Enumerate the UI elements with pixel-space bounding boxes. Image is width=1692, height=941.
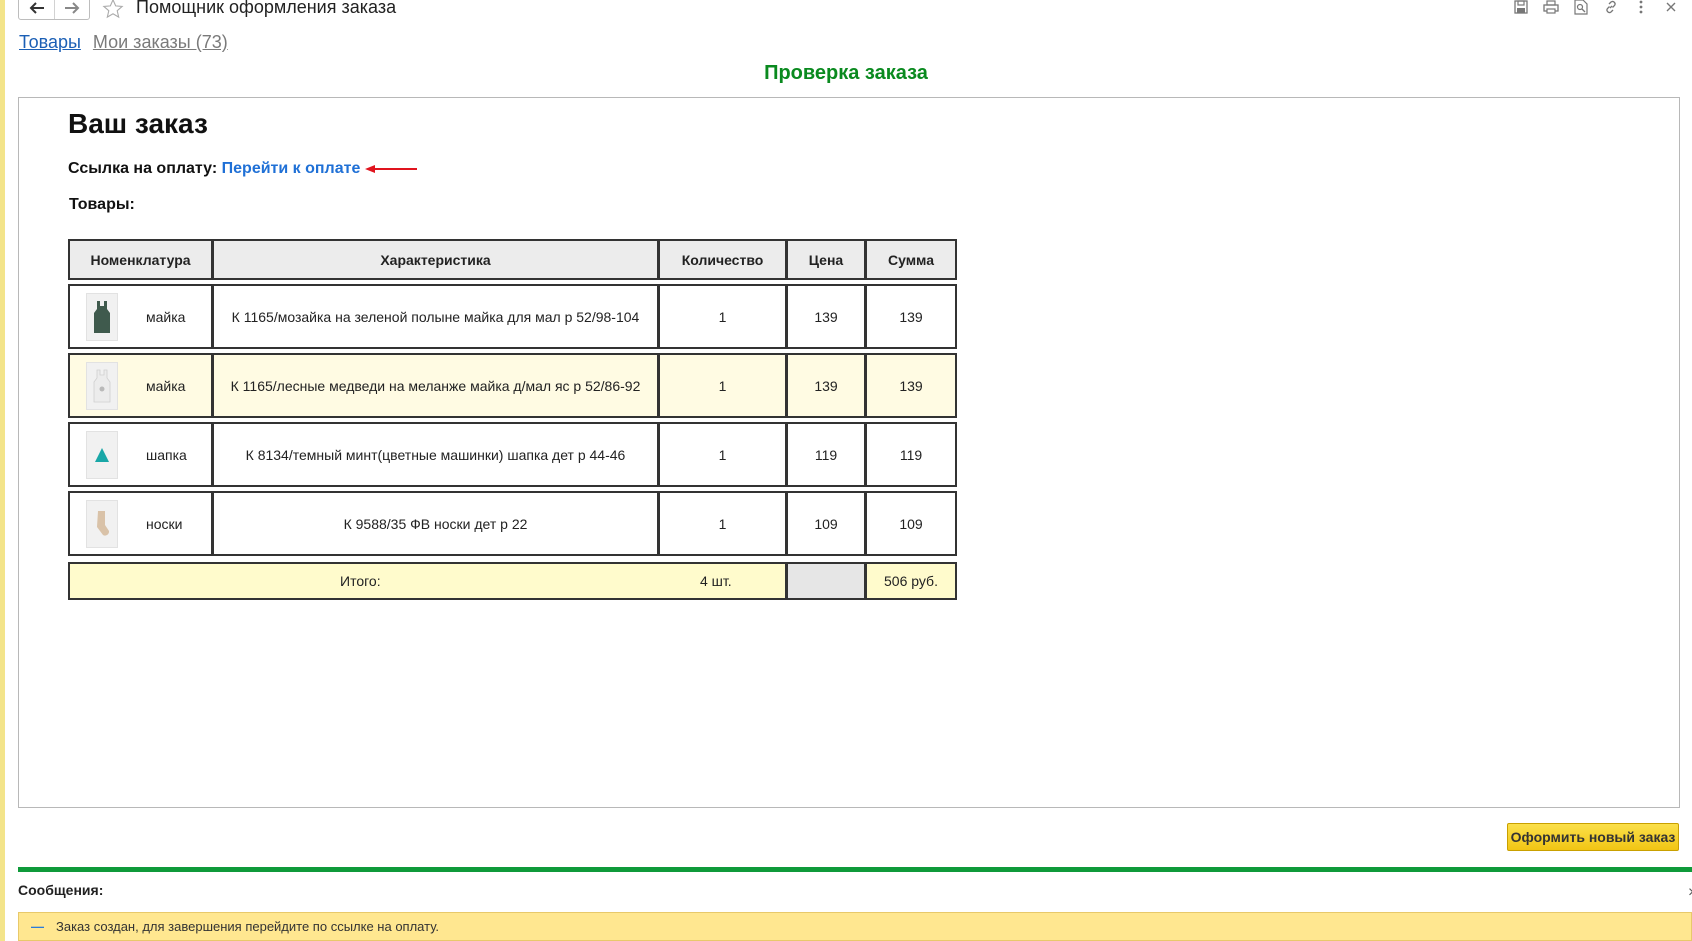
order-panel: Ваш заказ Ссылка на оплату: Перейти к оп…: [18, 97, 1680, 808]
table-total-row: Итого: 4 шт. 506 руб.: [68, 562, 957, 600]
header-nomenclature: Номенклатура: [68, 239, 213, 280]
tank-top-icon: [93, 369, 111, 402]
link-icon: [1606, 0, 1616, 14]
product-thumbnail: [86, 499, 118, 548]
total-cell: Итого: 4 шт.: [68, 562, 787, 600]
total-quantity: 4 шт.: [700, 573, 732, 589]
more-button[interactable]: [1632, 0, 1650, 16]
message-bullet-icon: —: [31, 919, 44, 934]
price-cell: 139: [786, 353, 866, 418]
link-button[interactable]: [1602, 0, 1620, 16]
total-price-cell: [786, 562, 866, 600]
payment-line: Ссылка на оплату: Перейти к оплате: [68, 160, 360, 178]
forward-button[interactable]: [54, 0, 89, 19]
table-row[interactable]: майка К 1165/мозайка на зеленой полыне м…: [68, 284, 957, 349]
page-heading: Проверка заказа: [764, 62, 928, 84]
quantity-cell: 1: [658, 284, 787, 349]
total-sum: 506 руб.: [865, 562, 957, 600]
tab-my-orders[interactable]: Мои заказы (73): [93, 32, 228, 53]
table-row[interactable]: шапка К 8134/темный минт(цветные машинки…: [68, 422, 957, 487]
product-thumbnail: [86, 361, 118, 410]
message-text: Заказ создан, для завершения перейдите п…: [56, 919, 440, 934]
price-cell: 139: [786, 284, 866, 349]
new-order-button[interactable]: Оформить новый заказ: [1507, 823, 1679, 851]
header-price: Цена: [786, 239, 866, 280]
nomenclature-name: майка: [146, 377, 186, 394]
sum-cell: 119: [865, 422, 957, 487]
order-title: Ваш заказ: [68, 108, 208, 139]
arrow-left-icon: [29, 2, 44, 14]
messages-separator: [18, 867, 1692, 872]
nomenclature-name: шапка: [146, 446, 187, 463]
messages-title: Сообщения:: [18, 882, 104, 898]
left-accent-stripe: [0, 0, 5, 941]
quantity-cell: 1: [658, 422, 787, 487]
sock-icon: [97, 510, 110, 536]
arrow-right-icon: [65, 2, 80, 14]
payment-link[interactable]: Перейти к оплате: [222, 160, 361, 177]
table-row[interactable]: носки К 9588/35 ФВ носки дет р 22 1 109 …: [68, 491, 957, 556]
save-icon: [1514, 0, 1528, 14]
sum-cell: 139: [865, 353, 957, 418]
favorite-button[interactable]: [102, 0, 124, 25]
print-button[interactable]: [1542, 0, 1560, 16]
total-label: Итого:: [340, 573, 381, 589]
price-cell: 119: [786, 422, 866, 487]
message-item[interactable]: — Заказ создан, для завершения перейдите…: [18, 912, 1692, 941]
nomenclature-cell: майка: [68, 353, 213, 418]
preview-icon: [1574, 0, 1588, 15]
quantity-cell: 1: [658, 491, 787, 556]
page: Помощник оформления заказа Товары Мои за…: [0, 0, 1692, 941]
goods-label: Товары:: [69, 196, 135, 213]
tank-top-icon: [94, 300, 110, 333]
preview-button[interactable]: [1572, 0, 1590, 16]
hat-icon: [95, 447, 109, 462]
window-titlebar: Помощник оформления заказа: [18, 0, 1680, 22]
header-quantity: Количество: [658, 239, 787, 280]
annotation-arrow-icon: [365, 165, 417, 173]
quantity-cell: 1: [658, 353, 787, 418]
header-characteristic: Характеристика: [212, 239, 659, 280]
navigation-buttons: [18, 0, 90, 20]
table-row[interactable]: майка К 1165/лесные медведи на меланже м…: [68, 353, 957, 418]
more-icon: [1639, 0, 1643, 14]
back-button[interactable]: [19, 0, 54, 19]
order-table: Номенклатура Характеристика Количество Ц…: [68, 239, 957, 600]
window-toolbar: [1512, 0, 1680, 16]
characteristic-cell: К 1165/мозайка на зеленой полыне майка д…: [212, 284, 659, 349]
close-button[interactable]: [1662, 0, 1680, 16]
nomenclature-name: носки: [146, 515, 183, 532]
star-icon: [102, 0, 124, 19]
characteristic-cell: К 8134/темный минт(цветные машинки) шапк…: [212, 422, 659, 487]
price-cell: 109: [786, 491, 866, 556]
sum-cell: 139: [865, 284, 957, 349]
payment-label: Ссылка на оплату:: [68, 160, 218, 177]
window-title: Помощник оформления заказа: [136, 0, 397, 17]
characteristic-cell: К 9588/35 ФВ носки дет р 22: [212, 491, 659, 556]
table-header: Номенклатура Характеристика Количество Ц…: [68, 239, 957, 280]
sum-cell: 109: [865, 491, 957, 556]
tab-goods[interactable]: Товары: [19, 32, 81, 53]
nomenclature-cell: шапка: [68, 422, 213, 487]
product-thumbnail: [86, 430, 118, 479]
print-icon: [1543, 0, 1559, 14]
save-button[interactable]: [1512, 0, 1530, 16]
messages-close-button[interactable]: ×: [1688, 884, 1692, 902]
nomenclature-cell: носки: [68, 491, 213, 556]
header-sum: Сумма: [865, 239, 957, 280]
close-icon: [1666, 2, 1676, 12]
nomenclature-name: майка: [146, 308, 186, 325]
tab-bar: Товары Мои заказы (73): [19, 32, 228, 53]
characteristic-cell: К 1165/лесные медведи на меланже майка д…: [212, 353, 659, 418]
nomenclature-cell: майка: [68, 284, 213, 349]
product-thumbnail: [86, 292, 118, 341]
